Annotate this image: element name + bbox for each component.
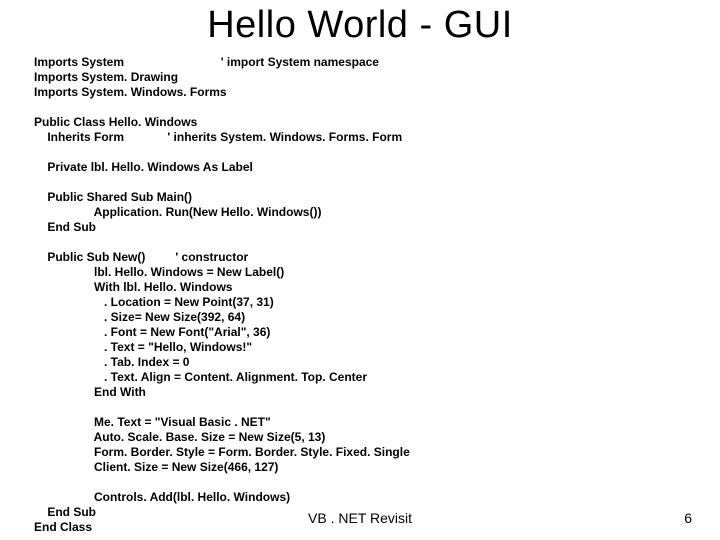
slide-title: Hello World - GUI bbox=[0, 4, 720, 47]
page-number: 6 bbox=[684, 510, 692, 526]
footer-label: VB . NET Revisit bbox=[308, 510, 412, 526]
code-block: Imports System ' import System namespace… bbox=[34, 55, 720, 535]
